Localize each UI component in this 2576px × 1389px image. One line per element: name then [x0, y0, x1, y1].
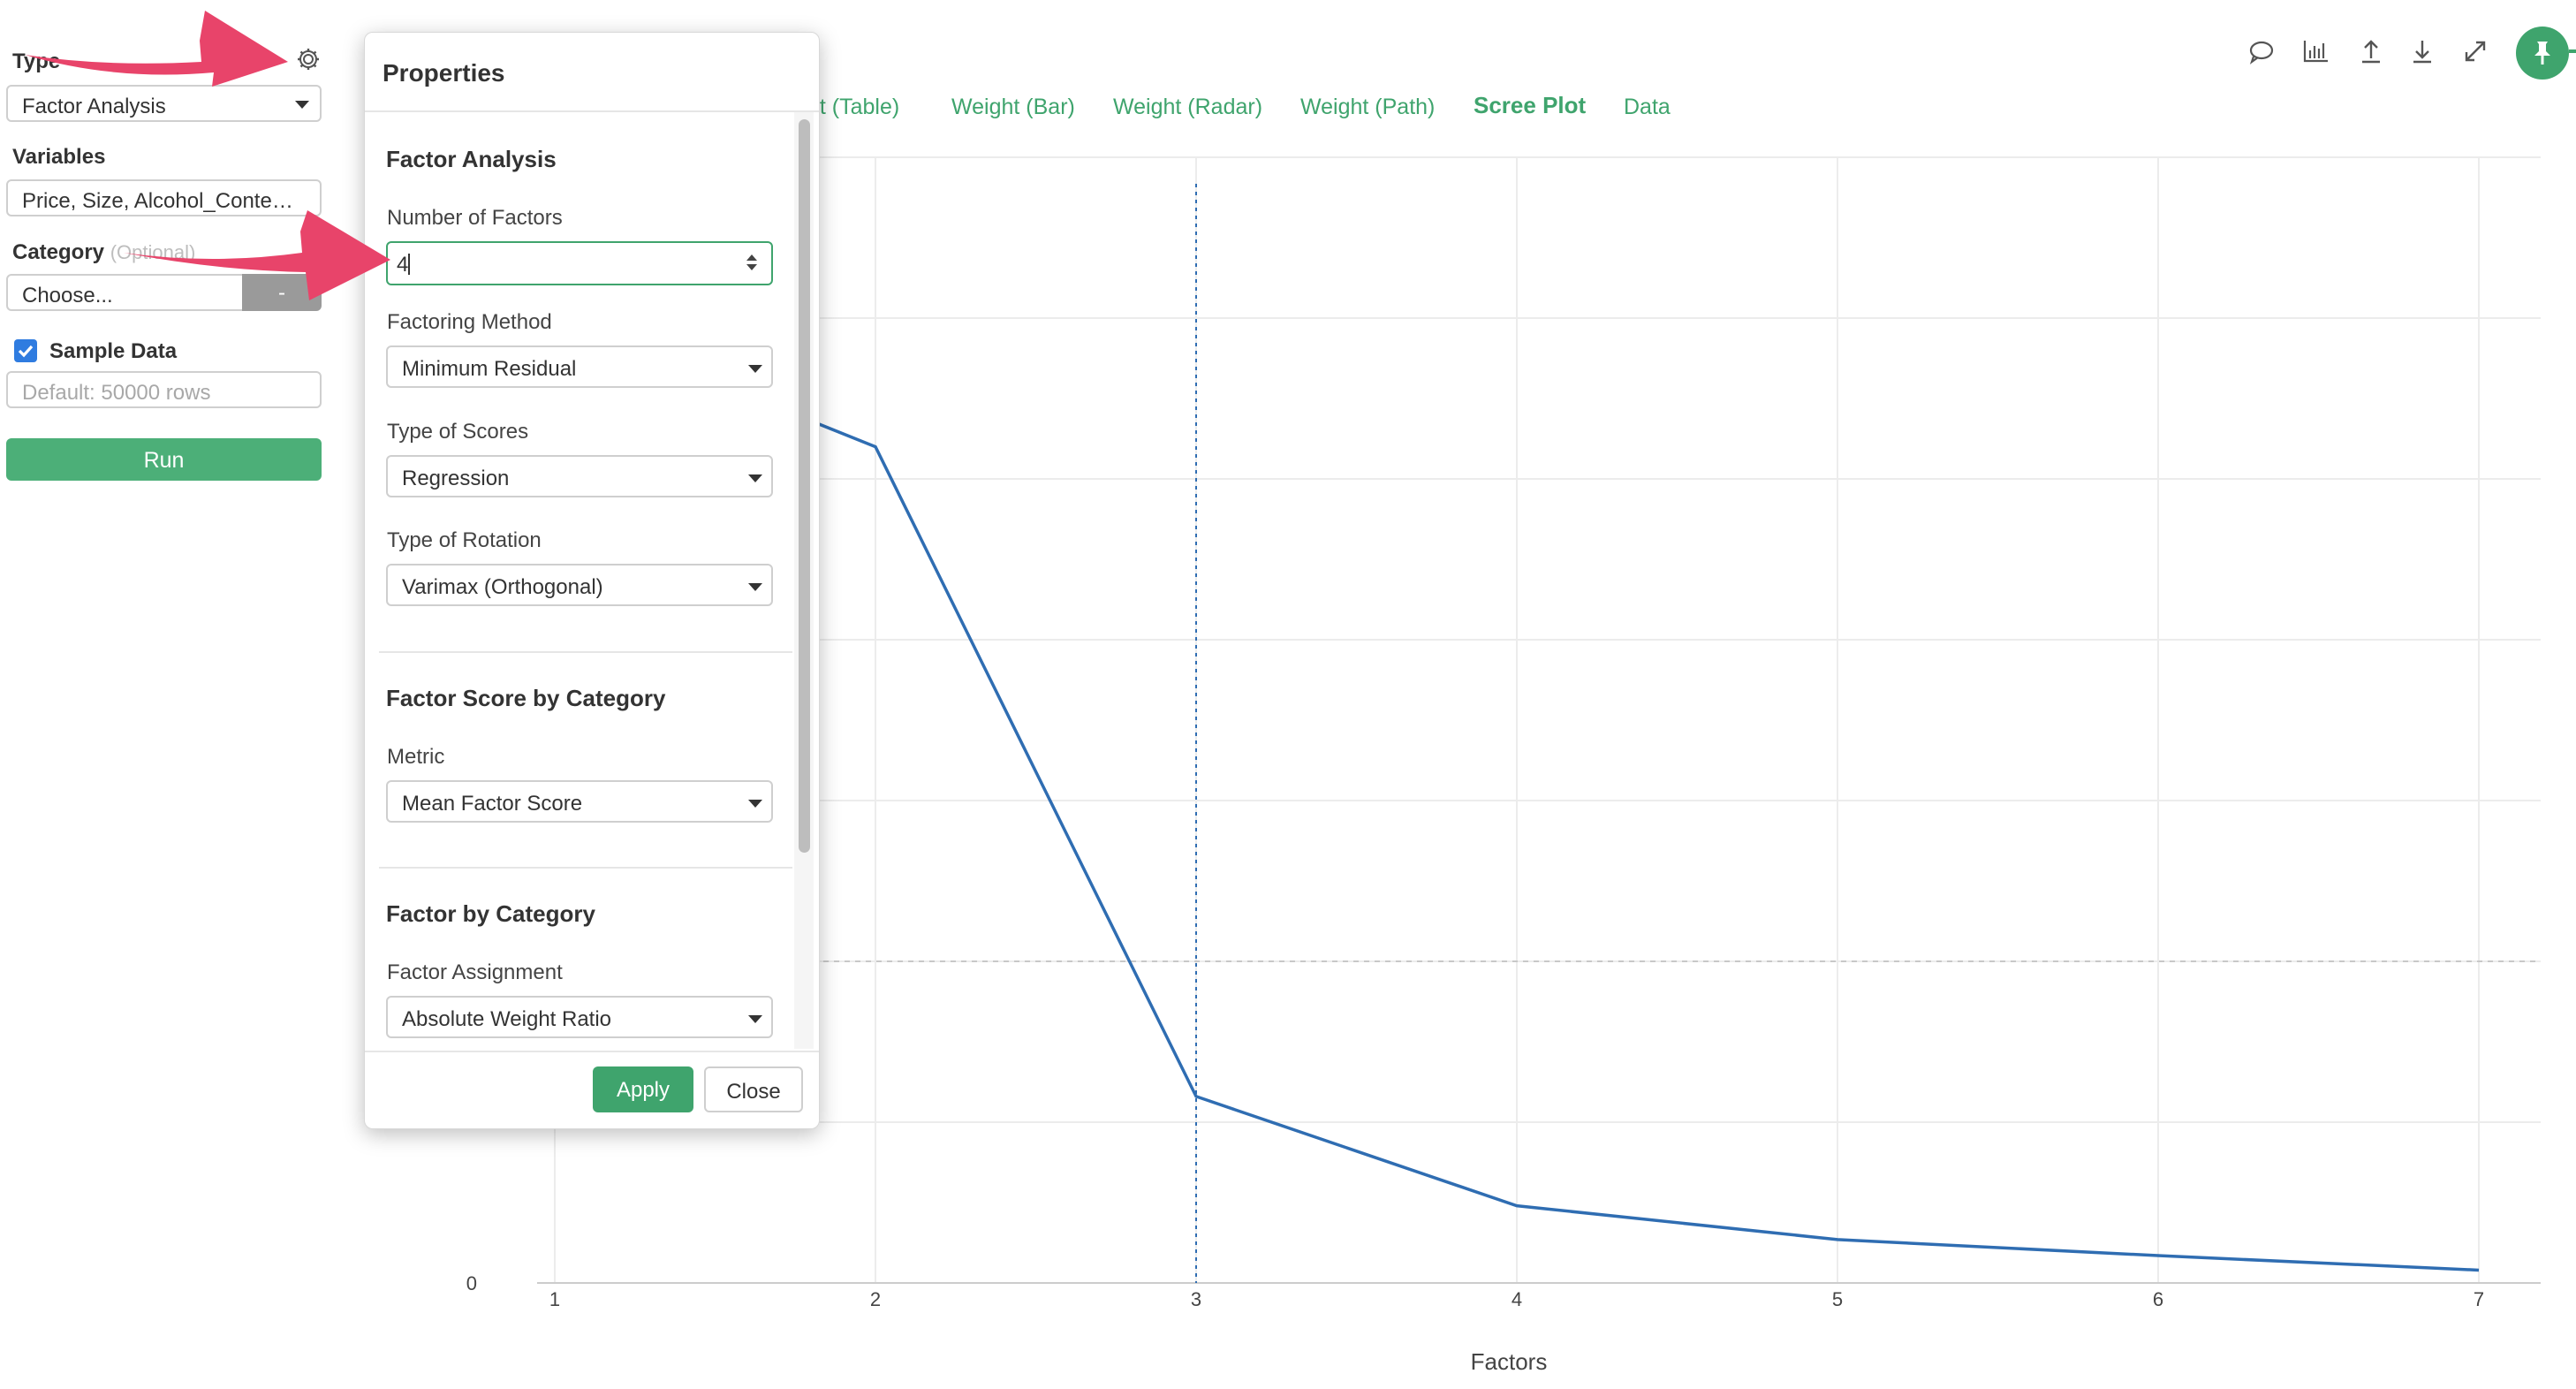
category-optional-text: (Optional) [110, 241, 196, 263]
run-button[interactable]: Run [6, 438, 322, 481]
section-factor-score-by-category: Factor Score by Category [386, 685, 666, 711]
section-factor-analysis: Factor Analysis [386, 146, 557, 172]
pin-icon [2534, 42, 2550, 65]
y-tick-label: 0 [466, 1272, 477, 1294]
close-button-label: Close [726, 1080, 781, 1104]
chart-icon[interactable] [2300, 35, 2332, 67]
type-select[interactable]: Factor Analysis [6, 85, 322, 122]
gear-icon[interactable] [295, 46, 322, 72]
sample-rows-input[interactable]: Default: 50000 rows [6, 371, 322, 408]
category-select[interactable]: Choose... [6, 274, 245, 311]
x-tick-label: 6 [2153, 1288, 2163, 1310]
checkmark-icon [18, 345, 34, 358]
apply-button-label: Apply [616, 1078, 671, 1102]
dialog-title: Properties [383, 59, 505, 87]
metric-label: Metric [387, 745, 445, 769]
divider [379, 651, 792, 653]
x-tick-label: 1 [549, 1288, 560, 1310]
stepper-icon[interactable] [745, 252, 759, 273]
category-label: Category (Optional) [12, 240, 195, 265]
tab-data[interactable]: Data [1624, 95, 1671, 120]
type-select-value: Factor Analysis [22, 95, 166, 118]
expand-icon[interactable] [2459, 35, 2491, 67]
upload-icon[interactable] [2355, 35, 2387, 67]
x-tick-label: 2 [870, 1288, 881, 1310]
type-of-scores-value: Regression [402, 467, 510, 490]
chevron-down-icon [748, 1015, 762, 1023]
category-clear-label: - [278, 281, 285, 305]
factor-assignment-select[interactable]: Absolute Weight Ratio [386, 996, 773, 1038]
factoring-method-label: Factoring Method [387, 310, 552, 334]
type-of-rotation-label: Type of Rotation [387, 528, 542, 552]
tab-weight-path[interactable]: Weight (Path) [1300, 95, 1435, 120]
run-button-label: Run [143, 448, 185, 473]
variables-label: Variables [12, 145, 106, 169]
chevron-down-icon [295, 101, 309, 109]
properties-dialog: Properties Factor Analysis Number of Fac… [364, 32, 820, 1129]
x-tick-label: 3 [1191, 1288, 1201, 1310]
variables-select[interactable]: Price, Size, Alcohol_Conte… [6, 179, 322, 216]
divider [365, 110, 819, 112]
type-of-rotation-select[interactable]: Varimax (Orthogonal) [386, 564, 773, 606]
type-of-rotation-value: Varimax (Orthogonal) [402, 575, 603, 599]
type-of-scores-label: Type of Scores [387, 420, 529, 444]
x-axis-label: Factors [1471, 1348, 1548, 1375]
edge-tab [2569, 49, 2576, 53]
metric-value: Mean Factor Score [402, 792, 583, 816]
category-clear-button[interactable]: - [242, 274, 322, 311]
number-of-factors-value: 4 [397, 253, 409, 277]
tab-scree-plot[interactable]: Scree Plot [1474, 92, 1586, 119]
x-tick-label: 5 [1832, 1288, 1843, 1310]
sample-data-label: Sample Data [49, 339, 178, 363]
comment-icon[interactable] [2246, 35, 2277, 67]
divider [379, 867, 792, 869]
factoring-method-select[interactable]: Minimum Residual [386, 345, 773, 388]
section-factor-by-category: Factor by Category [386, 900, 595, 927]
chevron-down-icon [748, 800, 762, 808]
number-of-factors-label: Number of Factors [387, 206, 563, 230]
x-tick-label: 4 [1512, 1288, 1522, 1310]
tab-weight-radar[interactable]: Weight (Radar) [1113, 95, 1262, 120]
chevron-down-icon [748, 474, 762, 482]
factoring-method-value: Minimum Residual [402, 357, 577, 381]
apply-button[interactable]: Apply [593, 1066, 693, 1112]
type-of-scores-select[interactable]: Regression [386, 455, 773, 497]
download-icon[interactable] [2406, 35, 2438, 67]
tab-weight-table[interactable]: ht (Table) [807, 95, 899, 120]
factor-assignment-label: Factor Assignment [387, 960, 563, 984]
chevron-down-icon [748, 365, 762, 373]
tab-weight-bar[interactable]: Weight (Bar) [951, 95, 1075, 120]
scrollbar-thumb[interactable] [799, 119, 810, 853]
metric-select[interactable]: Mean Factor Score [386, 780, 773, 823]
factor-assignment-value: Absolute Weight Ratio [402, 1007, 612, 1031]
type-label: Type [12, 49, 61, 73]
close-button[interactable]: Close [704, 1066, 803, 1112]
chevron-down-icon [748, 583, 762, 591]
sample-data-checkbox[interactable] [14, 339, 37, 362]
x-tick-label: 7 [2474, 1288, 2484, 1310]
pin-button[interactable] [2516, 27, 2569, 80]
divider [365, 1051, 819, 1052]
category-label-text: Category [12, 240, 105, 264]
number-of-factors-input[interactable]: 4 [386, 241, 773, 285]
